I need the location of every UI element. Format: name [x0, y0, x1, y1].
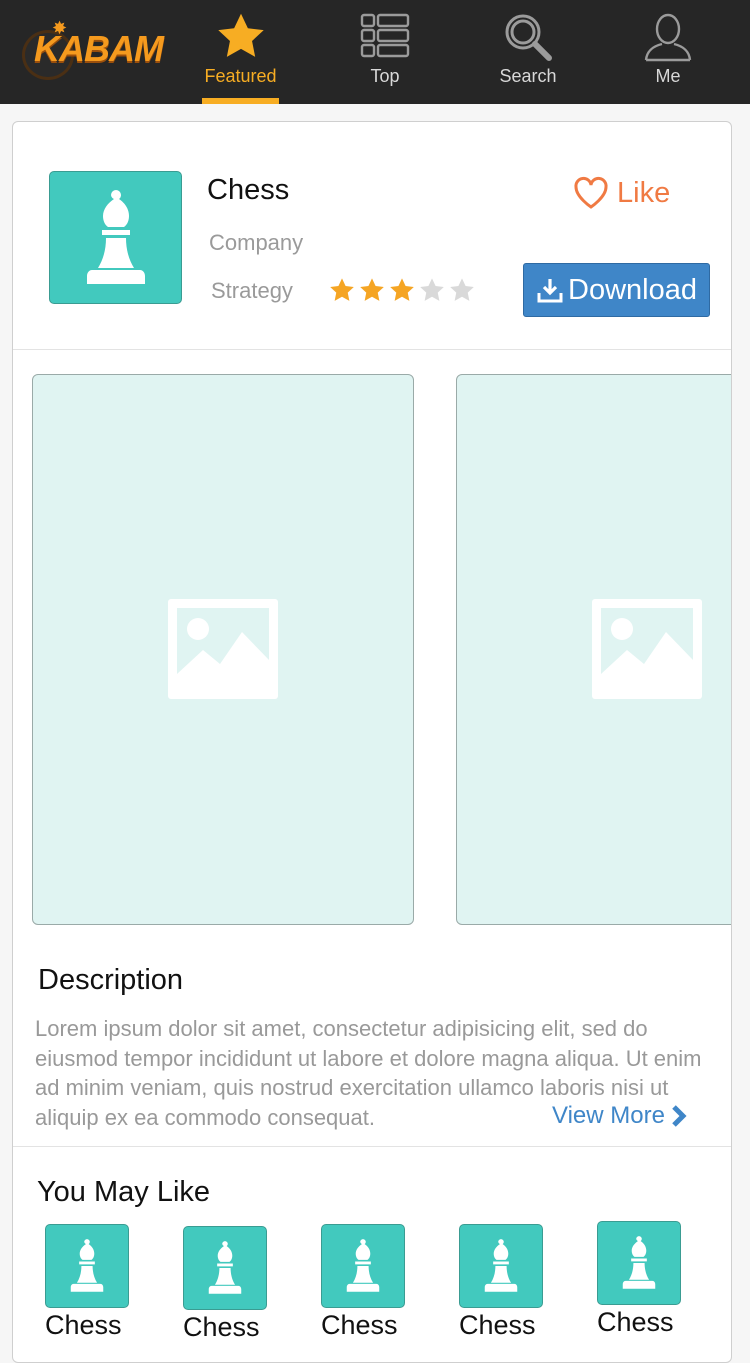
- tab-top[interactable]: Top: [345, 0, 425, 104]
- chess-bishop-icon: [622, 1236, 656, 1289]
- description-divider: [13, 1146, 731, 1147]
- recommended-app-label[interactable]: Chess: [321, 1310, 398, 1341]
- screenshot-2[interactable]: [456, 374, 731, 925]
- recommended-app-label[interactable]: Chess: [597, 1307, 674, 1338]
- download-label: Download: [568, 273, 697, 306]
- tab-top-label: Top: [370, 66, 400, 86]
- recommended-app-icon[interactable]: [183, 1226, 267, 1310]
- description-heading: Description: [38, 964, 184, 996]
- heart-icon: [574, 176, 608, 209]
- recommended-app-icon[interactable]: [597, 1221, 681, 1305]
- kabam-logo[interactable]: ✸ KABAM: [18, 18, 164, 80]
- screenshot-1[interactable]: [32, 374, 414, 925]
- view-more-label: View More: [552, 1102, 665, 1129]
- chess-bishop-icon: [208, 1241, 242, 1294]
- chevron-right-icon: [672, 1105, 687, 1127]
- download-button[interactable]: Download: [523, 263, 710, 317]
- rating-stars: [329, 277, 475, 303]
- tab-featured[interactable]: Featured: [202, 0, 279, 104]
- recommended-app-icon[interactable]: [321, 1224, 405, 1308]
- list-icon: [360, 12, 410, 65]
- tab-me-label: Me: [655, 66, 681, 86]
- image-placeholder-icon: [592, 599, 702, 699]
- star-icon: [216, 12, 266, 65]
- active-tab-indicator: [202, 98, 279, 104]
- app-detail-card: Chess Company Strategy Like Download Des…: [12, 121, 732, 1363]
- chess-bishop-icon: [70, 1239, 104, 1292]
- tab-search[interactable]: Search: [486, 0, 570, 104]
- app-company[interactable]: Company: [209, 230, 303, 256]
- chess-bishop-icon: [484, 1239, 518, 1292]
- top-nav-bar: ✸ KABAM Featured Top Search Me: [0, 0, 750, 104]
- recommended-app-icon[interactable]: [459, 1224, 543, 1308]
- like-label: Like: [617, 176, 671, 209]
- download-icon: [537, 279, 563, 303]
- chess-bishop-icon: [86, 189, 145, 284]
- recommended-app-label[interactable]: Chess: [459, 1310, 536, 1341]
- like-button[interactable]: Like: [573, 172, 670, 214]
- user-icon: [643, 12, 693, 67]
- star-filled-icon: [359, 277, 385, 303]
- tab-me[interactable]: Me: [628, 0, 708, 104]
- you-may-like-heading: You May Like: [37, 1176, 211, 1208]
- logo-text: KABAM: [34, 28, 164, 69]
- app-icon: [49, 171, 182, 304]
- recommended-app-label[interactable]: Chess: [183, 1312, 260, 1343]
- star-empty-icon: [449, 277, 475, 303]
- search-icon: [503, 12, 553, 67]
- star-filled-icon: [389, 277, 415, 303]
- star-empty-icon: [419, 277, 445, 303]
- header-divider: [13, 349, 731, 350]
- tab-search-label: Search: [499, 66, 557, 86]
- chess-bishop-icon: [346, 1239, 380, 1292]
- app-category[interactable]: Strategy: [211, 278, 293, 304]
- recommended-app-label[interactable]: Chess: [45, 1310, 122, 1341]
- recommended-app-icon[interactable]: [45, 1224, 129, 1308]
- view-more-link[interactable]: View More: [552, 1102, 687, 1130]
- image-placeholder-icon: [168, 599, 278, 699]
- star-filled-icon: [329, 277, 355, 303]
- tab-featured-label: Featured: [204, 66, 277, 86]
- app-title: Chess: [207, 174, 290, 206]
